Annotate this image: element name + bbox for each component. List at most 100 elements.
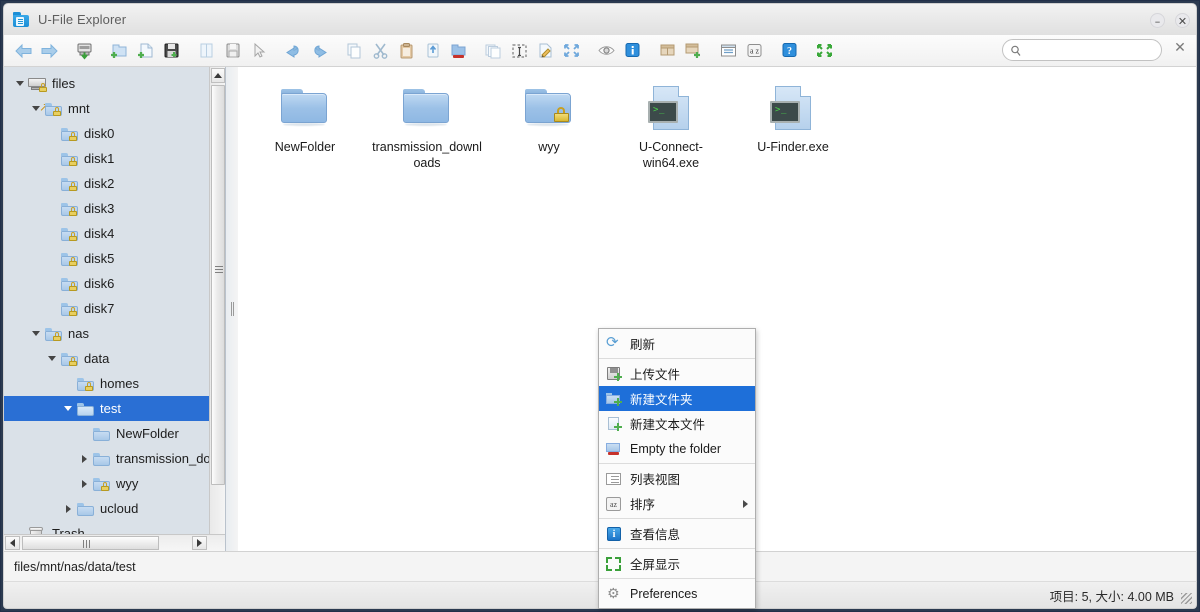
chevron-right-icon[interactable] <box>76 479 92 488</box>
sidebar-item-label: disk2 <box>84 176 115 191</box>
delete-button[interactable] <box>445 39 471 63</box>
chevron-down-icon[interactable] <box>28 331 44 336</box>
sidebar-horizontal-scrollbar[interactable] <box>4 534 225 551</box>
sidebar-item-disk2[interactable]: disk2 <box>4 171 225 196</box>
copy-button[interactable] <box>341 39 367 63</box>
sort-button[interactable]: a z <box>741 39 767 63</box>
select-button[interactable] <box>245 39 271 63</box>
gear-icon: ⚙ <box>607 585 620 602</box>
sidebar-vertical-scrollbar[interactable] <box>209 67 225 551</box>
file-item[interactable]: transmission_downloads <box>366 83 488 171</box>
context-menu[interactable]: 刷新上传文件新建文件夹新建文本文件 Empty the folder 列表视图 az 排… <box>598 328 756 609</box>
sidebar-item-nas[interactable]: nas <box>4 321 225 346</box>
save-as-button[interactable] <box>219 39 245 63</box>
back-button[interactable] <box>10 39 36 63</box>
sidebar-item-disk7[interactable]: disk7 <box>4 296 225 321</box>
vertical-scroll-thumb[interactable] <box>211 85 225 485</box>
sidebar-item-files[interactable]: files <box>4 71 225 96</box>
sidebar-item-disk3[interactable]: disk3 <box>4 196 225 221</box>
preview-button[interactable] <box>593 39 619 63</box>
duplicate-button[interactable] <box>480 39 506 63</box>
redo-button[interactable] <box>306 39 332 63</box>
panel-splitter[interactable] <box>226 67 238 551</box>
undo-button[interactable] <box>280 39 306 63</box>
menu-item-sort-az[interactable]: az 排序 <box>599 491 755 516</box>
file-name-label: NewFolder <box>274 140 336 154</box>
sidebar-item-disk5[interactable]: disk5 <box>4 246 225 271</box>
menu-item-list-view[interactable]: 列表视图 <box>599 466 755 491</box>
folder-lock-icon <box>92 475 112 492</box>
sidebar-item-disk0[interactable]: disk0 <box>4 121 225 146</box>
forward-button[interactable] <box>36 39 62 63</box>
list-view-button[interactable] <box>715 39 741 63</box>
sidebar-item-mnt[interactable]: ↗ mnt <box>4 96 225 121</box>
empty-folder-icon <box>605 441 623 457</box>
chevron-down-icon[interactable] <box>44 356 60 361</box>
sidebar-item-disk4[interactable]: disk4 <box>4 221 225 246</box>
chevron-down-icon[interactable] <box>12 81 28 86</box>
folder-lock-icon <box>523 85 575 131</box>
menu-item-new-text-file[interactable]: 新建文本文件 <box>599 411 755 436</box>
sidebar-item-trash[interactable]: Trash <box>4 521 225 534</box>
resize-grip-icon[interactable] <box>1181 593 1192 604</box>
paste-button[interactable] <box>393 39 419 63</box>
minimize-button[interactable]: – <box>1150 12 1165 28</box>
menu-item-fullscreen[interactable]: 全屏显示 <box>599 551 755 576</box>
open-button[interactable] <box>193 39 219 63</box>
folder-icon <box>401 85 453 131</box>
sidebar-item-label: disk3 <box>84 201 115 216</box>
file-item[interactable]: NewFolder <box>244 83 366 171</box>
sidebar-item-disk6[interactable]: disk6 <box>4 271 225 296</box>
rename-button[interactable] <box>532 39 558 63</box>
cut-button[interactable] <box>367 39 393 63</box>
menu-item-refresh[interactable]: 刷新 <box>599 331 755 356</box>
folder-icon <box>279 85 331 131</box>
menu-item-info[interactable]: i 查看信息 <box>599 521 755 546</box>
file-item[interactable]: U-Connect-win64.exe <box>610 83 732 171</box>
sidebar-tree-panel: files ↗ mnt disk0 disk1 disk2 disk3 disk4 disk5 d… <box>4 67 226 551</box>
resize-button[interactable] <box>558 39 584 63</box>
chevron-right-icon[interactable] <box>76 454 92 463</box>
menu-item-gear[interactable]: ⚙ Preferences <box>599 581 755 606</box>
paste-special-button[interactable] <box>419 39 445 63</box>
new-file-button[interactable] <box>132 39 158 63</box>
help-button[interactable]: ? <box>776 39 802 63</box>
executable-file-icon <box>645 85 697 131</box>
scroll-left-button[interactable] <box>5 536 20 550</box>
archive-button[interactable] <box>654 39 680 63</box>
drive-icon <box>28 75 48 92</box>
sidebar-item-disk1[interactable]: disk1 <box>4 146 225 171</box>
sidebar-item-wyy[interactable]: wyy <box>4 471 225 496</box>
download-button[interactable] <box>71 39 97 63</box>
new-folder-button[interactable] <box>106 39 132 63</box>
close-button[interactable]: ✕ <box>1175 12 1190 28</box>
select-all-button[interactable] <box>506 39 532 63</box>
menu-item-new-folder[interactable]: 新建文件夹 <box>599 386 755 411</box>
scroll-right-button[interactable] <box>192 536 207 550</box>
file-list-area[interactable]: NewFolder transmission_downloads wyy U-Conn… <box>226 67 1196 609</box>
sidebar-item-data[interactable]: data <box>4 346 225 371</box>
scroll-up-button[interactable] <box>211 68 225 83</box>
folder-lock-icon <box>60 200 80 217</box>
horizontal-scroll-thumb[interactable] <box>22 536 159 550</box>
search-box[interactable] <box>1002 39 1162 61</box>
info-button[interactable] <box>619 39 645 63</box>
chevron-down-icon[interactable] <box>60 406 76 411</box>
sidebar-item-ucloud[interactable]: ucloud <box>4 496 225 521</box>
folder-icon <box>92 450 112 467</box>
sidebar-item-transmission-downl[interactable]: transmission_downl <box>4 446 225 471</box>
file-item[interactable]: U-Finder.exe <box>732 83 854 171</box>
menu-item-upload-file[interactable]: 上传文件 <box>599 361 755 386</box>
file-item[interactable]: wyy <box>488 83 610 171</box>
search-input[interactable] <box>1002 39 1162 61</box>
close-icon[interactable]: ✕ <box>1172 41 1188 57</box>
menu-item-label: 新建文件夹 <box>630 393 693 407</box>
sidebar-item-homes[interactable]: homes <box>4 371 225 396</box>
fullscreen-button[interactable] <box>811 39 837 63</box>
chevron-right-icon[interactable] <box>60 504 76 513</box>
archive-add-button[interactable] <box>680 39 706 63</box>
save-button[interactable] <box>158 39 184 63</box>
sidebar-item-newfolder[interactable]: NewFolder <box>4 421 225 446</box>
sidebar-item-test[interactable]: test <box>4 396 225 421</box>
menu-item-empty-folder[interactable]: Empty the folder <box>599 436 755 461</box>
